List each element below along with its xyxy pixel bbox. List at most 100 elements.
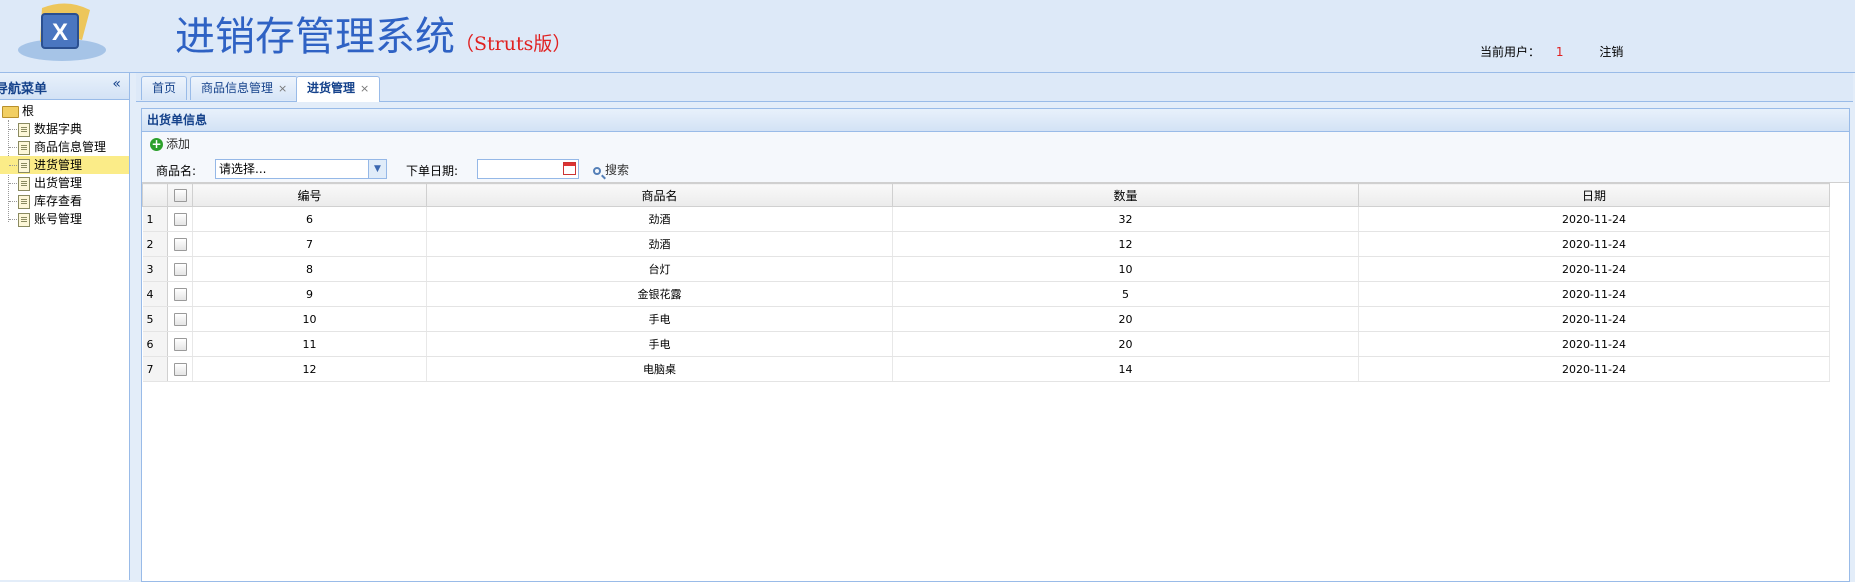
date-filter-label: 下单日期: — [406, 164, 459, 178]
cell-quantity: 20 — [892, 306, 1359, 332]
table-row[interactable]: 3 8 台灯 10 2020-11-24 — [142, 256, 1830, 282]
tree-root[interactable]: 根 — [0, 102, 129, 120]
cell-quantity: 20 — [892, 331, 1359, 357]
table-row[interactable]: 2 7 劲酒 12 2020-11-24 — [142, 231, 1830, 257]
cell-product: 台灯 — [426, 256, 893, 282]
tab-home[interactable]: 首页 — [141, 76, 188, 100]
cell-quantity: 14 — [892, 356, 1359, 382]
file-icon — [18, 194, 30, 209]
row-number: 2 — [142, 231, 168, 257]
search-button[interactable]: 搜索 — [593, 161, 629, 178]
tab-label: 商品信息管理 — [201, 81, 274, 95]
current-user-label: 当前用户： — [1480, 45, 1541, 59]
navigation-panel: 导航菜单 « 根 数据字典 商品信息管理 进货管理 出货管理 库存查看 账号管理 — [0, 73, 130, 580]
column-header-id[interactable]: 编号 — [192, 183, 427, 207]
file-icon — [18, 176, 30, 191]
cell-id: 9 — [192, 281, 427, 307]
sidebar-item-label: 账号管理 — [34, 212, 83, 226]
row-checkbox[interactable] — [173, 287, 187, 301]
sidebar-item-inventory[interactable]: 库存查看 — [0, 192, 129, 210]
search-icon — [593, 166, 601, 175]
cell-product: 劲酒 — [426, 231, 893, 257]
row-checkbox[interactable] — [173, 262, 187, 276]
app-title: 进销存管理系统（Struts版） — [175, 4, 571, 62]
product-filter-label: 商品名: — [156, 164, 197, 178]
column-header-date[interactable]: 日期 — [1358, 183, 1830, 207]
row-number: 3 — [142, 256, 168, 282]
shipment-table: 编号 商品名 数量 日期 1 6 劲酒 32 2020-11-24 2 7 劲酒… — [142, 183, 1830, 382]
app-edition: （Struts版） — [455, 33, 572, 55]
cell-date: 2020-11-24 — [1358, 356, 1830, 382]
cell-quantity: 32 — [892, 206, 1359, 232]
close-icon[interactable]: × — [278, 82, 287, 95]
cell-id: 11 — [192, 331, 427, 357]
product-select-value: 请选择... — [219, 162, 267, 176]
sidebar-item-data-dictionary[interactable]: 数据字典 — [0, 120, 129, 138]
sidebar-item-purchase[interactable]: 进货管理 — [0, 156, 129, 174]
close-icon[interactable]: × — [360, 82, 369, 95]
tab-label: 进货管理 — [307, 81, 356, 95]
svg-text:X: X — [52, 19, 68, 46]
cell-date: 2020-11-24 — [1358, 331, 1830, 357]
table-row[interactable]: 6 11 手电 20 2020-11-24 — [142, 331, 1830, 357]
toolbar: + 添加 — [142, 132, 1849, 156]
sidebar-item-label: 数据字典 — [34, 122, 83, 136]
table-row[interactable]: 5 10 手电 20 2020-11-24 — [142, 306, 1830, 332]
tab-label: 首页 — [152, 81, 177, 95]
select-all-checkbox[interactable] — [173, 189, 187, 202]
table-header-row: 编号 商品名 数量 日期 — [142, 183, 1830, 207]
cell-product: 劲酒 — [426, 206, 893, 232]
cell-date: 2020-11-24 — [1358, 306, 1830, 332]
search-label: 搜索 — [605, 163, 630, 177]
app-header: X 进销存管理系统（Struts版） 当前用户： 1 注销 — [0, 0, 1855, 73]
user-area: 当前用户： 1 注销 — [1480, 43, 1623, 60]
cell-product: 手电 — [426, 306, 893, 332]
tab-product-info[interactable]: 商品信息管理 × — [190, 76, 299, 100]
file-icon — [18, 158, 30, 173]
select-all-header — [167, 183, 193, 207]
folder-icon — [2, 105, 19, 118]
sidebar-item-shipment[interactable]: 出货管理 — [0, 174, 129, 192]
calendar-icon[interactable] — [563, 162, 576, 175]
column-header-product[interactable]: 商品名 — [426, 183, 893, 207]
tab-bar: 首页 商品信息管理 × 进货管理 × — [136, 73, 1853, 102]
product-select[interactable]: 请选择... ▼ — [215, 159, 387, 179]
row-select — [167, 281, 193, 307]
app-title-text: 进销存管理系统 — [175, 14, 455, 60]
column-header-quantity[interactable]: 数量 — [892, 183, 1359, 207]
double-chevron-left-icon[interactable]: « — [112, 76, 121, 92]
rownum-header — [142, 183, 168, 207]
row-checkbox[interactable] — [173, 212, 187, 226]
row-select — [167, 206, 193, 232]
cell-date: 2020-11-24 — [1358, 206, 1830, 232]
cell-quantity: 5 — [892, 281, 1359, 307]
row-checkbox[interactable] — [173, 362, 187, 376]
row-checkbox[interactable] — [173, 312, 187, 326]
table-row[interactable]: 4 9 金银花露 5 2020-11-24 — [142, 281, 1830, 307]
cell-product: 电脑桌 — [426, 356, 893, 382]
sidebar-item-product-info[interactable]: 商品信息管理 — [0, 138, 129, 156]
row-number: 6 — [142, 331, 168, 357]
chevron-down-icon[interactable]: ▼ — [368, 160, 386, 178]
row-select — [167, 231, 193, 257]
panel-title: 出货单信息 — [142, 109, 1849, 132]
navigation-title: 导航菜单 — [0, 82, 48, 97]
logout-link[interactable]: 注销 — [1599, 45, 1623, 59]
row-checkbox[interactable] — [173, 237, 187, 251]
file-icon — [18, 140, 30, 155]
table-row[interactable]: 1 6 劲酒 32 2020-11-24 — [142, 206, 1830, 232]
order-date-input[interactable] — [477, 159, 579, 179]
main-content: 首页 商品信息管理 × 进货管理 × 出货单信息 + 添加 商品名: 请选择... ▼… — [136, 73, 1853, 582]
tree-root-label: 根 — [22, 104, 35, 118]
sidebar-item-label: 商品信息管理 — [34, 140, 107, 154]
add-label: 添加 — [166, 137, 191, 151]
add-button[interactable]: + 添加 — [150, 137, 190, 151]
table-row[interactable]: 7 12 电脑桌 14 2020-11-24 — [142, 356, 1830, 382]
cell-date: 2020-11-24 — [1358, 256, 1830, 282]
cell-id: 10 — [192, 306, 427, 332]
sidebar-item-accounts[interactable]: 账号管理 — [0, 210, 129, 228]
sidebar-item-label: 进货管理 — [34, 158, 83, 172]
tab-purchase[interactable]: 进货管理 × — [296, 76, 381, 102]
row-checkbox[interactable] — [173, 337, 187, 351]
cell-quantity: 12 — [892, 231, 1359, 257]
